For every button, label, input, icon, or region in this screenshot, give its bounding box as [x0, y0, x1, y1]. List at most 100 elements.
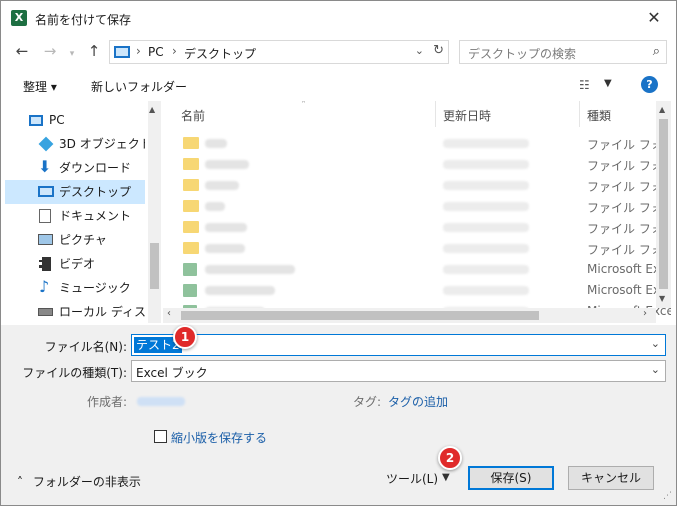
author-value-redacted[interactable] — [137, 397, 185, 406]
recent-locations-button[interactable]: ▾ — [63, 46, 81, 62]
disk-icon — [38, 308, 53, 316]
sidebar-item-label: ビデオ — [59, 257, 96, 271]
save-thumbnail-checkbox[interactable] — [154, 430, 167, 443]
list-item[interactable]: ファイル フォルダー — [163, 238, 671, 259]
back-button[interactable]: ← — [13, 43, 31, 59]
file-date-redacted — [443, 265, 529, 274]
sidebar-item-local-disk[interactable]: ローカル ディスク (C — [5, 300, 145, 324]
save-form: ファイル名(N): テスト2 ⌄ ファイルの種類(T): Excel ブック ⌄… — [1, 325, 676, 505]
save-thumbnail-label[interactable]: 縮小版を保存する — [171, 429, 267, 446]
picture-icon — [38, 234, 53, 245]
resize-grip-icon[interactable]: ⋰ — [663, 491, 672, 501]
file-list-horizontal-scrollbar[interactable]: ‹ › — [163, 308, 656, 323]
search-placeholder: デスクトップの検索 — [468, 47, 577, 61]
filetype-label: ファイルの種類(T): — [22, 366, 127, 380]
sidebar-item-pictures[interactable]: ピクチャ — [5, 228, 145, 252]
cube-icon — [38, 136, 54, 152]
sidebar-item-3d-objects[interactable]: 3D オブジェクト — [5, 132, 145, 156]
list-item[interactable]: ファイル フォルダー — [163, 196, 671, 217]
chevron-down-icon[interactable]: ▼ — [442, 472, 450, 483]
scroll-right-icon[interactable]: › — [643, 308, 647, 319]
scrollbar-thumb[interactable] — [659, 119, 668, 289]
desktop-icon — [38, 186, 54, 197]
view-options-icon[interactable]: ☷ — [579, 78, 590, 92]
chevron-down-icon[interactable]: ⌄ — [651, 363, 660, 376]
sidebar-item-desktop[interactable]: デスクトップ — [5, 180, 145, 204]
sidebar-item-pc[interactable]: PC — [5, 108, 145, 132]
command-bar: 整理 ▾ 新しいフォルダー ☷ ▼ ? — [1, 69, 676, 101]
file-date-redacted — [443, 286, 529, 295]
author-label: 作成者: — [87, 395, 128, 409]
file-date-redacted — [443, 181, 529, 190]
sidebar-item-label: ダウンロード — [59, 161, 132, 175]
filename-input[interactable]: テスト2 ⌄ — [131, 334, 666, 356]
sidebar-item-label: ピクチャ — [59, 233, 107, 247]
list-item[interactable]: ファイル フォルダー — [163, 175, 671, 196]
scroll-up-icon[interactable]: ▲ — [659, 105, 665, 114]
sidebar-item-downloads[interactable]: ⬇ ダウンロード — [5, 156, 145, 180]
file-date-redacted — [443, 160, 529, 169]
organize-button[interactable]: 整理 ▾ — [23, 78, 57, 95]
breadcrumb-desktop[interactable]: デスクトップ — [184, 45, 256, 62]
address-bar[interactable]: › PC › デスクトップ ⌄ ↻ — [109, 40, 449, 64]
column-divider[interactable] — [435, 101, 436, 127]
filetype-select[interactable]: Excel ブック ⌄ — [131, 360, 666, 382]
chevron-down-icon[interactable]: ▼ — [604, 78, 612, 89]
folder-icon — [183, 221, 199, 233]
scroll-left-icon[interactable]: ‹ — [167, 308, 171, 319]
file-name-redacted — [205, 139, 227, 148]
up-button[interactable]: ↑ — [85, 43, 103, 59]
scrollbar-thumb[interactable] — [181, 311, 539, 320]
breadcrumb-pc[interactable]: PC — [148, 45, 164, 59]
close-button[interactable]: ✕ — [642, 7, 666, 29]
title-bar: X 名前を付けて保存 ✕ — [1, 1, 676, 35]
video-icon — [39, 257, 51, 271]
file-name-redacted — [205, 244, 245, 253]
save-as-dialog: X 名前を付けて保存 ✕ ← → ▾ ↑ › PC › デスクトップ ⌄ ↻ デ… — [0, 0, 677, 506]
sidebar-item-music[interactable]: ♪ ミュージック — [5, 276, 145, 300]
list-item[interactable]: ファイル フォルダー — [163, 154, 671, 175]
search-icon: ⌕ — [652, 44, 660, 59]
cancel-button[interactable]: キャンセル — [568, 466, 654, 490]
file-list-vertical-scrollbar[interactable]: ▲ ▼ — [656, 101, 671, 308]
new-folder-button[interactable]: 新しいフォルダー — [91, 78, 187, 95]
hide-folders-button[interactable]: ˄ フォルダーの非表示 — [17, 473, 141, 490]
folder-icon — [183, 158, 199, 170]
column-header-name[interactable]: 名前 — [181, 107, 205, 124]
sidebar-item-documents[interactable]: ドキュメント — [5, 204, 145, 228]
chevron-down-icon: ▾ — [69, 49, 75, 59]
folder-icon — [183, 242, 199, 254]
column-header-modified[interactable]: 更新日時 — [443, 107, 491, 124]
list-item[interactable]: ファイル フォルダー — [163, 217, 671, 238]
sidebar-item-label: ミュージック — [59, 281, 131, 295]
add-tag-link[interactable]: タグの追加 — [388, 393, 448, 410]
list-item[interactable]: Microsoft Excel — [163, 280, 671, 301]
callout-badge-1: 1 — [173, 325, 197, 349]
scroll-down-icon[interactable]: ▼ — [659, 294, 665, 303]
sidebar-item-videos[interactable]: ビデオ — [5, 252, 145, 276]
navigation-scrollbar[interactable]: ▲ — [148, 101, 161, 323]
file-name-redacted — [205, 223, 247, 232]
file-name-redacted — [205, 160, 249, 169]
chevron-down-icon[interactable]: ⌄ — [651, 337, 660, 350]
address-dropdown-icon[interactable]: ⌄ — [415, 44, 424, 57]
scroll-up-icon[interactable]: ▲ — [149, 105, 155, 114]
scrollbar-thumb[interactable] — [150, 243, 159, 289]
search-input[interactable]: デスクトップの検索 ⌕ — [459, 40, 667, 64]
list-item[interactable]: Microsoft Excel — [163, 259, 671, 280]
file-name-redacted — [205, 202, 225, 211]
column-divider[interactable] — [579, 101, 580, 127]
tag-label: タグ: — [353, 395, 382, 409]
window-title: 名前を付けて保存 — [35, 13, 132, 27]
refresh-icon[interactable]: ↻ — [433, 43, 444, 58]
hide-folders-label: フォルダーの非表示 — [32, 475, 141, 489]
filename-label: ファイル名(N): — [44, 340, 127, 354]
file-date-redacted — [443, 139, 529, 148]
excel-file-icon — [183, 284, 197, 297]
forward-button[interactable]: → — [41, 43, 59, 59]
tools-button[interactable]: ツール(L) — [386, 470, 438, 487]
save-button[interactable]: 保存(S) — [468, 466, 554, 490]
list-item[interactable]: ファイル フォルダー — [163, 133, 671, 154]
help-icon[interactable]: ? — [641, 76, 658, 93]
column-header-type[interactable]: 種類 — [587, 107, 611, 124]
